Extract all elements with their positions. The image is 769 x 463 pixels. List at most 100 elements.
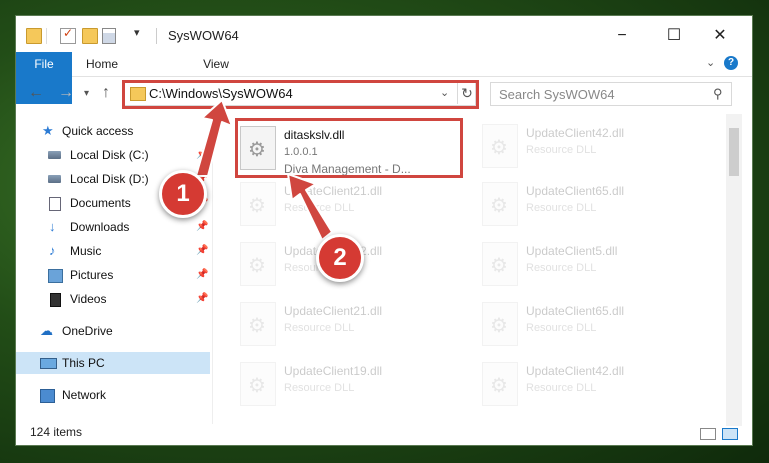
sidebar-item-network[interactable]: Network [16, 384, 212, 406]
forward-arrow-icon[interactable]: → [58, 84, 74, 102]
file-item[interactable]: UpdateClient21.dll Resource DLL [236, 298, 466, 350]
title-bar: ▾ SysWOW64 − ☐ ✕ [16, 16, 752, 56]
file-name: UpdateClient21.dll [284, 184, 383, 198]
sidebar-item-music[interactable]: ♪ Music 📌 [16, 240, 212, 262]
sidebar-item-local-disk-c[interactable]: Local Disk (C:) 📌 [16, 144, 212, 166]
dll-file-icon [240, 302, 276, 346]
file-description: Resource DLL [284, 322, 355, 334]
file-description: Resource DLL [526, 382, 597, 394]
sidebar-item-videos[interactable]: Videos 📌 [16, 288, 212, 310]
sidebar-item-pictures[interactable]: Pictures 📌 [16, 264, 212, 286]
sidebar-item-label: Videos [70, 292, 107, 306]
tab-home[interactable]: Home [78, 52, 126, 76]
scrollbar-thumb[interactable] [729, 128, 739, 176]
search-input[interactable]: Search SysWOW64 ⚲ [490, 82, 732, 106]
sidebar-item-downloads[interactable]: ↓ Downloads 📌 [16, 216, 212, 238]
file-description: Resource DLL [526, 144, 597, 156]
step-badge-2: 2 [316, 234, 364, 282]
back-arrow-icon[interactable]: ← [28, 84, 44, 102]
expand-ribbon-icon[interactable]: ⌄ [706, 56, 715, 69]
file-name: UpdateClient19.dll [284, 364, 383, 378]
properties-check-icon[interactable] [60, 26, 76, 44]
search-placeholder: Search SysWOW64 [499, 87, 615, 102]
drive-icon [48, 151, 61, 159]
drive-icon [48, 175, 61, 183]
dll-file-icon [482, 182, 518, 226]
computer-icon [40, 358, 57, 369]
address-bar-highlight [122, 80, 479, 109]
dll-file-icon [482, 362, 518, 406]
help-icon[interactable]: ? [724, 56, 738, 70]
file-name: UpdateClient42.dll [526, 126, 625, 140]
sidebar-item-quick-access[interactable]: ★ Quick access [16, 120, 212, 142]
file-description: Resource DLL [526, 202, 597, 214]
file-name: UpdateClient5.dll [526, 244, 618, 258]
dll-file-icon [482, 124, 518, 168]
file-item[interactable]: UpdateClient42.dll Resource DLL [478, 358, 708, 410]
recent-locations-icon[interactable]: ▾ [84, 88, 89, 99]
pin-icon[interactable]: 📌 [196, 240, 208, 262]
pin-icon[interactable]: 📌 [196, 144, 208, 166]
music-icon: ♪ [49, 243, 56, 258]
file-name: UpdateClient42.dll [526, 364, 625, 378]
pictures-icon [48, 269, 63, 283]
sidebar-item-label: Music [70, 244, 102, 258]
file-description: Resource DLL [284, 202, 355, 214]
sidebar-item-label: Local Disk (C:) [70, 148, 149, 162]
maximize-button[interactable]: ☐ [662, 24, 686, 48]
quick-access-dropdown-icon[interactable]: ▾ [134, 26, 140, 39]
sidebar-item-onedrive[interactable]: ☁ OneDrive [16, 320, 212, 342]
network-icon [40, 389, 55, 403]
file-name: UpdateClient65.dll [526, 304, 625, 318]
document-icon [49, 197, 61, 211]
folder-icon[interactable] [26, 28, 42, 44]
sidebar-item-label: Pictures [70, 268, 114, 282]
file-description: Resource DLL [526, 262, 597, 274]
dll-file-icon [240, 242, 276, 286]
star-icon: ★ [42, 123, 54, 138]
sidebar-item-label: Quick access [62, 124, 134, 138]
sidebar-item-label: Network [62, 388, 107, 402]
status-bar: 124 items [16, 420, 752, 445]
file-name: UpdateClient21.dll [284, 304, 383, 318]
dll-file-icon [482, 242, 518, 286]
file-item[interactable]: UpdateClient65.dll Resource DLL [478, 178, 708, 230]
large-icons-view-icon[interactable] [722, 428, 738, 440]
file-name: UpdateClient65.dll [526, 184, 625, 198]
ribbon: File Home View ⌄ ? [16, 52, 752, 104]
vertical-scrollbar[interactable] [726, 114, 742, 426]
file-description: Resource DLL [526, 322, 597, 334]
sidebar-item-this-pc[interactable]: This PC [16, 352, 210, 374]
pin-icon[interactable]: 📌 [196, 288, 208, 310]
properties-icon[interactable] [102, 28, 116, 44]
navigation-pane-divider [212, 114, 213, 424]
sidebar-item-label: Downloads [70, 220, 130, 234]
separator [156, 28, 157, 44]
up-arrow-icon[interactable]: ↑ [102, 84, 110, 102]
new-folder-icon[interactable] [82, 28, 98, 44]
details-view-icon[interactable] [700, 428, 716, 440]
pin-icon[interactable]: 📌 [196, 216, 208, 238]
navigation-pane: ★ Quick access Local Disk (C:) 📌 Local D… [16, 114, 212, 414]
file-item[interactable]: UpdateClient21.dll Resource DLL [236, 178, 466, 230]
close-button[interactable]: ✕ [708, 24, 732, 48]
file-item[interactable]: UpdateClient19.dll Resource DLL [236, 358, 466, 410]
separator [46, 28, 47, 44]
cloud-icon: ☁ [40, 323, 53, 338]
sidebar-item-label: OneDrive [62, 324, 113, 338]
dll-file-icon [482, 302, 518, 346]
dll-file-icon [240, 182, 276, 226]
sidebar-item-label: This PC [62, 356, 105, 370]
file-item[interactable]: UpdateClient65.dll Resource DLL [478, 298, 708, 350]
step-badge-1: 1 [159, 170, 207, 218]
search-icon[interactable]: ⚲ [713, 86, 723, 102]
pin-icon[interactable]: 📌 [196, 264, 208, 286]
sidebar-item-label: Local Disk (D:) [70, 172, 149, 186]
minimize-button[interactable]: − [610, 24, 634, 48]
download-icon: ↓ [49, 219, 56, 234]
file-item[interactable]: UpdateClient42.dll Resource DLL [478, 120, 708, 172]
tab-view[interactable]: View [194, 52, 238, 76]
file-highlight [235, 118, 463, 178]
item-count: 124 items [30, 425, 83, 439]
file-item[interactable]: UpdateClient5.dll Resource DLL [478, 238, 708, 290]
